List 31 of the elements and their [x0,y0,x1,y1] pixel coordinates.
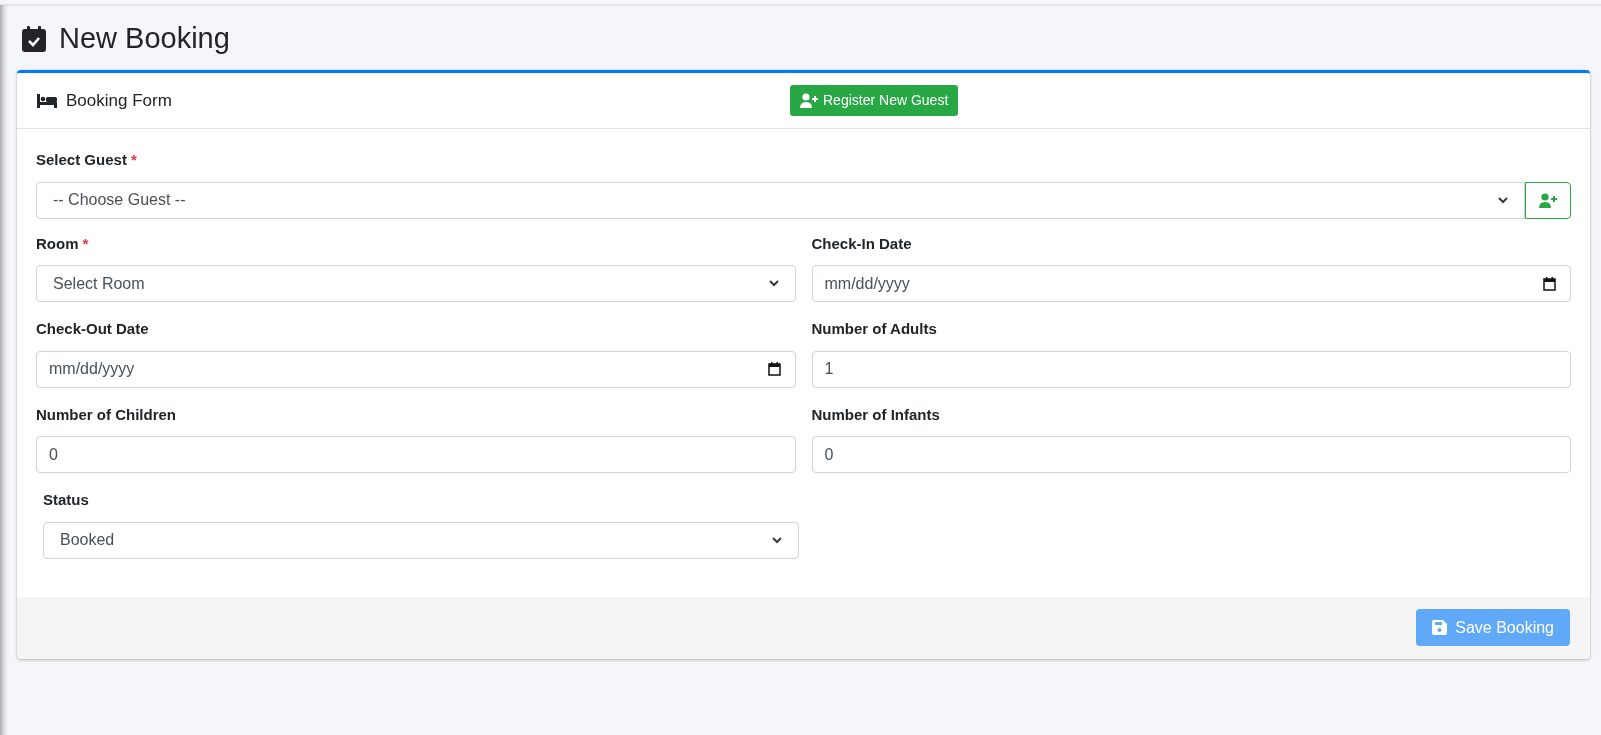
add-user-icon [800,93,819,108]
chevron-down-icon [768,280,779,287]
guest-select[interactable]: -- Choose Guest -- [36,181,1525,219]
field-label: Check-Out Date [36,320,149,337]
add-guest-button[interactable] [1525,181,1571,219]
select-field[interactable]: Booked [43,521,799,559]
chevron-down-icon [772,536,782,544]
add-user-icon [1538,192,1558,208]
number-field[interactable]: 1 [811,350,1571,388]
number-field[interactable]: 0 [36,436,796,473]
save-icon [1432,620,1448,635]
date-field[interactable]: mm/dd/yyyy [36,350,796,388]
page-title: New Booking [59,24,230,53]
field-label: Number of Adults [811,320,937,337]
field-label: Number of Infants [811,405,940,423]
chevron-down-icon [1498,196,1508,204]
field-label: Status [43,491,89,508]
calendar-icon [767,362,781,376]
calendar-check-icon [21,24,47,53]
field-label: Select Guest [36,151,127,168]
required-mark: * [130,151,137,168]
calendar-icon [1543,276,1556,291]
required-mark: * [82,234,89,252]
select-field[interactable]: Select Room [36,265,796,302]
field-label: Check-In Date [811,234,912,252]
number-field[interactable]: 0 [811,436,1571,473]
field-label: Number of Children [36,405,176,423]
date-field[interactable]: mm/dd/yyyy [811,265,1571,302]
field-label: Room [36,234,79,252]
card-title: Booking Form [66,89,172,112]
bed-icon [37,93,57,108]
